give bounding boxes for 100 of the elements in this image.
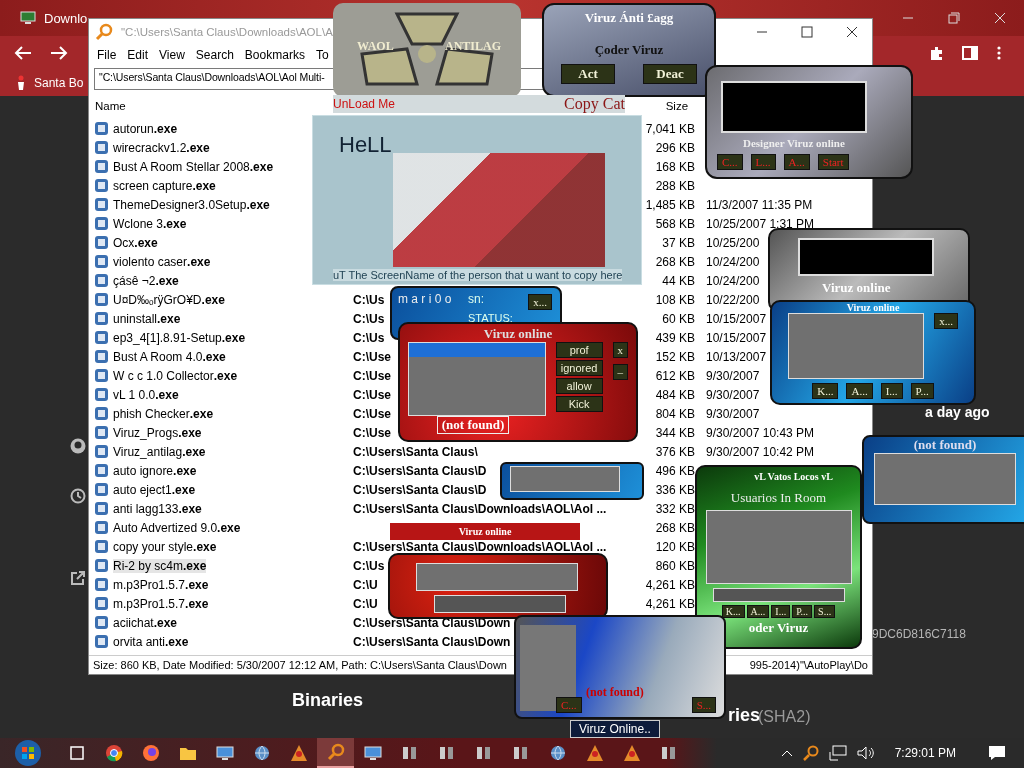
file-name[interactable]: violento caser.exe: [113, 254, 211, 269]
history-icon[interactable]: [70, 488, 86, 504]
file-name[interactable]: ep3_4[1].8.91-Setup.exe: [113, 330, 246, 345]
skin-button[interactable]: P...: [910, 383, 934, 399]
file-name[interactable]: vL 1 0.0.exe: [113, 387, 179, 402]
file-name[interactable]: wirecrackv1.2.exe: [113, 140, 210, 155]
skin-button[interactable]: Kick: [555, 396, 603, 412]
file-name[interactable]: orvita anti.exe: [113, 634, 189, 649]
window-title: Viruz Ánti £agg: [584, 10, 674, 26]
file-name[interactable]: aciichat.exe: [113, 615, 178, 630]
menu-item[interactable]: To: [315, 48, 329, 62]
skin-button[interactable]: prof: [555, 342, 603, 358]
skin-button[interactable]: S...: [814, 605, 836, 618]
file-name[interactable]: W c c 1.0 Collector.exe: [113, 368, 238, 383]
file-name[interactable]: çásê ¬2.exe: [113, 273, 179, 288]
skin-button[interactable]: P...: [792, 605, 813, 618]
file-name[interactable]: Auto Advertized 9.0.exe: [113, 520, 241, 535]
browser-tab[interactable]: Downlo: [0, 10, 88, 26]
file-size: 344 KB: [655, 425, 695, 440]
column-header[interactable]: Size: [665, 100, 689, 112]
skin-button[interactable]: Deac: [643, 64, 697, 84]
skin-button[interactable]: A...: [746, 605, 770, 618]
file-name[interactable]: Wclone 3.exe: [113, 216, 187, 231]
file-name[interactable]: phish Checker.exe: [113, 406, 214, 421]
buddy-list[interactable]: [408, 342, 546, 416]
skin-button[interactable]: I...: [771, 605, 791, 618]
list-box[interactable]: [874, 453, 1016, 505]
file-size: 120 KB: [655, 539, 695, 554]
minimize-button[interactable]: –: [612, 364, 628, 380]
file-path: C:\Users\Santa Claus\D: [353, 463, 487, 478]
file-size: 1,485 KB: [645, 197, 695, 212]
notification-icon[interactable]: [988, 745, 1006, 761]
file-name[interactable]: Viruz_Progs.exe: [113, 425, 202, 440]
file-name[interactable]: uninstall.exe: [113, 311, 181, 326]
file-name[interactable]: Ri-2 by sc4m.exe: [113, 558, 207, 573]
file-name[interactable]: ThemeDesigner3.0Setup.exe: [113, 197, 270, 212]
bookmark[interactable]: Santa Bo: [16, 75, 84, 91]
puzzle-icon[interactable]: [928, 45, 944, 61]
network-icon[interactable]: [828, 745, 847, 761]
file-date: 10/15/2007: [706, 311, 767, 326]
file-name[interactable]: Bust A Room 4.0.exe: [113, 349, 226, 364]
skin-button[interactable]: K...: [812, 383, 839, 399]
file-name[interactable]: Ocx.exe: [113, 235, 158, 250]
start-icon[interactable]: [14, 739, 42, 767]
file-name[interactable]: m.p3Pro1.5.7.exe: [113, 596, 209, 611]
file-name[interactable]: m.p3Pro1.5.7.exe: [113, 577, 209, 592]
forward-icon[interactable]: [50, 45, 68, 61]
file-name[interactable]: auto ignore.exe: [113, 463, 197, 478]
file-name[interactable]: Bust A Room Stellar 2008.exe: [113, 159, 274, 174]
close-button[interactable]: x: [612, 342, 628, 358]
file-name[interactable]: copy your style.exe: [113, 539, 217, 554]
app-icon: [94, 349, 109, 364]
search-icon[interactable]: [802, 745, 819, 761]
file-size: 168 KB: [655, 159, 695, 174]
app-icon: [94, 254, 109, 269]
skin-button[interactable]: A...: [846, 383, 873, 399]
restore-icon[interactable]: [948, 12, 960, 24]
skin-label: STATUS:: [468, 312, 513, 324]
file-name[interactable]: auto eject1.exe: [113, 482, 196, 497]
file-size: 37 KB: [662, 235, 695, 250]
menu-item[interactable]: File: [97, 48, 117, 62]
external-link-icon[interactable]: [70, 570, 86, 586]
column-header[interactable]: Name: [95, 100, 126, 112]
file-name[interactable]: screen capture.exe: [113, 178, 216, 193]
skin-button[interactable]: K...: [721, 605, 745, 618]
file-name[interactable]: U¤D‰ₒrÿGrO¥D.exe: [113, 292, 225, 307]
close-icon[interactable]: [846, 26, 858, 38]
menu-item[interactable]: Search: [195, 48, 234, 62]
menu-icon[interactable]: [996, 45, 1002, 61]
chevron-up-icon[interactable]: [780, 749, 793, 757]
status-label: (not found): [586, 685, 644, 700]
maximize-icon[interactable]: [801, 26, 813, 38]
github-icon[interactable]: [70, 438, 86, 454]
file-name[interactable]: Viruz_antilag.exe: [113, 444, 206, 459]
menu-item[interactable]: Edit: [127, 48, 149, 62]
app-icon: [94, 425, 109, 440]
list-box[interactable]: [705, 510, 852, 584]
menu-item[interactable]: Bookmarks: [244, 48, 305, 62]
sidebar-icon[interactable]: [962, 45, 978, 61]
file-path: C:\Us: [353, 558, 385, 573]
skin-button[interactable]: x...: [528, 294, 552, 310]
input-field[interactable]: [434, 595, 566, 613]
skin-button[interactable]: ignored: [555, 360, 603, 376]
input-field[interactable]: [416, 563, 578, 591]
file-name[interactable]: autorun.exe: [113, 121, 178, 136]
taskbar-app[interactable]: [317, 738, 354, 768]
unload-link[interactable]: UnLoad Me: [333, 97, 396, 111]
window-title: vL Vatos Locos vL: [753, 471, 833, 482]
list-box[interactable]: [788, 313, 925, 379]
back-icon[interactable]: [14, 45, 32, 61]
speaker-icon[interactable]: [856, 745, 875, 761]
clock[interactable]: 7:29:01 PM: [894, 746, 956, 760]
input-field[interactable]: [712, 588, 845, 602]
file-name[interactable]: anti lagg133.exe: [113, 501, 202, 516]
skin-button[interactable]: I...: [880, 383, 903, 399]
skin-button[interactable]: x...: [934, 313, 958, 329]
skin-button[interactable]: Act: [561, 64, 615, 84]
menu-item[interactable]: View: [159, 48, 185, 62]
skin-button[interactable]: allow: [555, 378, 603, 394]
list-box[interactable]: [510, 466, 620, 492]
